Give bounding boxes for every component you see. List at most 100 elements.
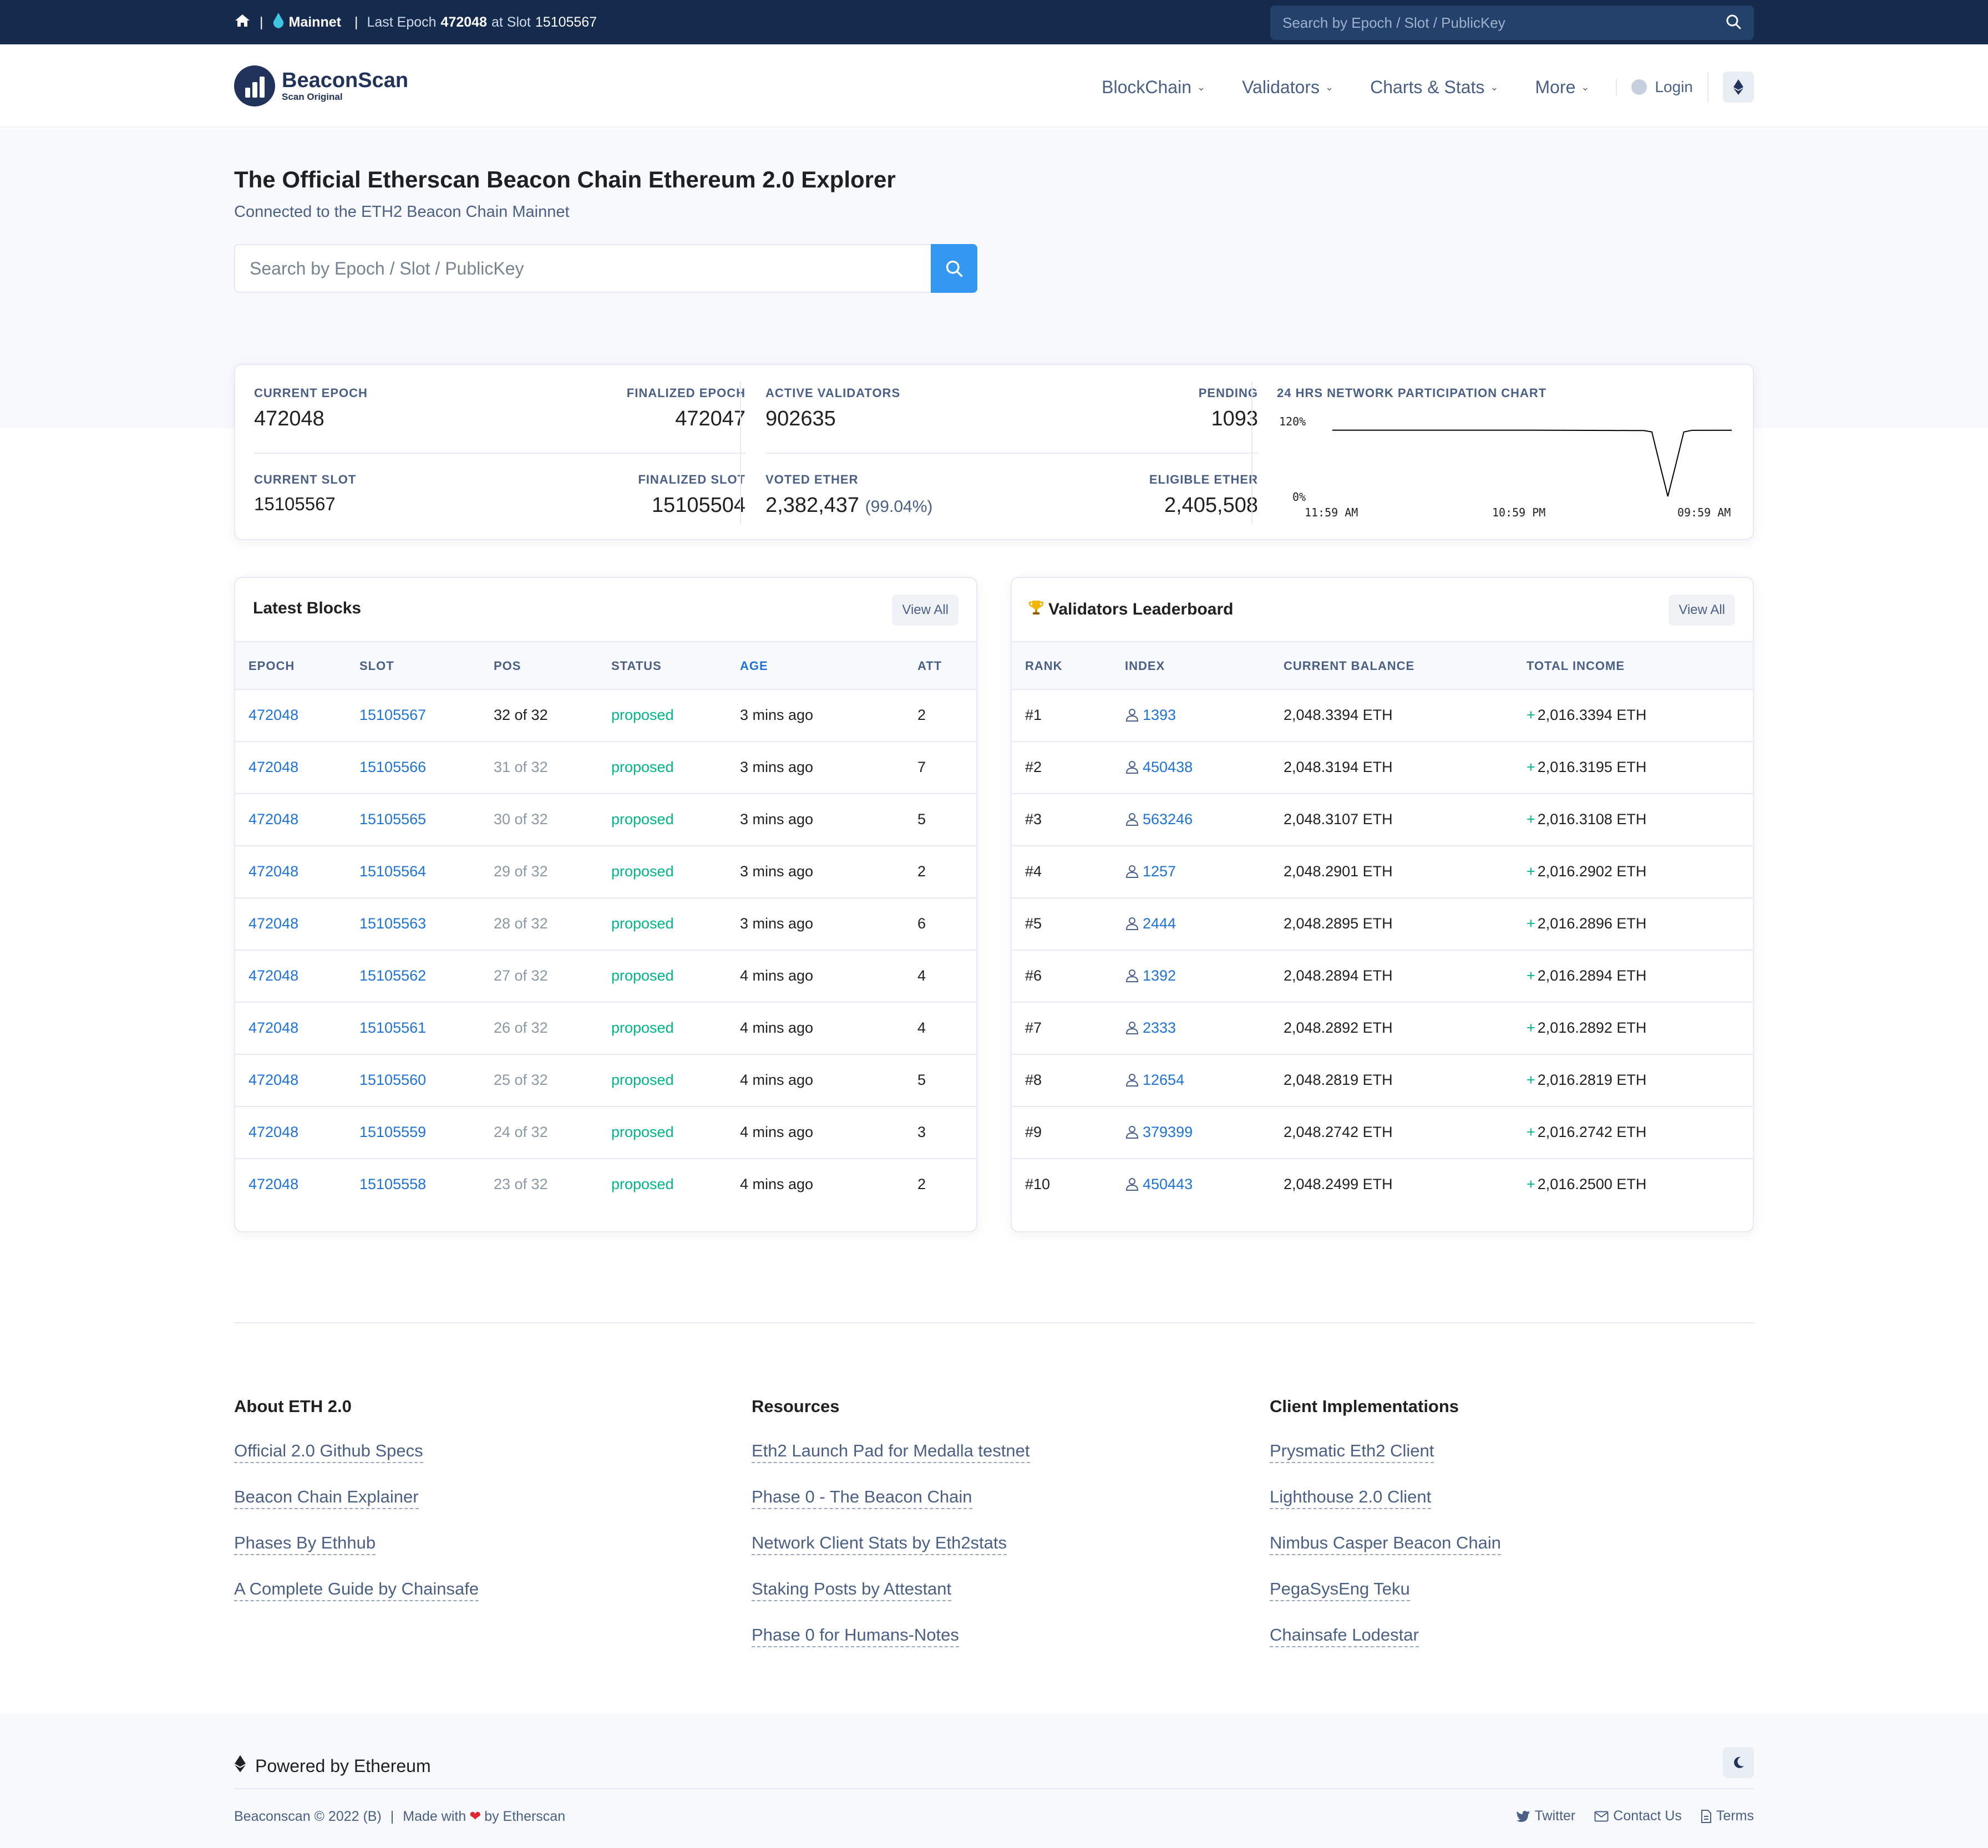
block-status: proposed (611, 811, 674, 827)
document-icon (1701, 1809, 1711, 1823)
epoch-link[interactable]: 472048 (248, 1072, 298, 1089)
epoch-link[interactable]: 472048 (248, 1019, 298, 1037)
plus-icon: + (1526, 1124, 1535, 1140)
validator-index-link[interactable]: 450438 (1143, 759, 1193, 775)
validator-balance: 2,048.2499 ETH (1284, 1176, 1393, 1192)
contact-us-label: Contact Us (1613, 1808, 1682, 1824)
validator-index-link[interactable]: 1392 (1143, 967, 1176, 984)
epoch-link[interactable]: 472048 (248, 863, 298, 880)
plus-icon: + (1526, 759, 1535, 775)
footer-link[interactable]: Phase 0 - The Beacon Chain (752, 1487, 972, 1509)
footer-link[interactable]: Staking Posts by Attestant (752, 1579, 952, 1601)
nav-charts-stats[interactable]: Charts & Stats ⌄ (1370, 77, 1498, 98)
card-header: Validators Leaderboard View All (1012, 578, 1753, 642)
pending-value[interactable]: 1093 (1100, 407, 1258, 431)
validator-balance: 2,048.2894 ETH (1284, 967, 1393, 984)
current-epoch-value[interactable]: 472048 (254, 407, 324, 431)
footer-link[interactable]: Prysmatic Eth2 Client (1270, 1441, 1434, 1463)
search-button[interactable] (931, 244, 977, 293)
footer-link[interactable]: Chainsafe Lodestar (1270, 1625, 1419, 1647)
home-icon[interactable] (234, 13, 251, 32)
slot-link[interactable]: 15105563 (359, 915, 426, 932)
finalized-slot-value[interactable]: 15105504 (590, 494, 746, 517)
slot-link[interactable]: 15105558 (359, 1176, 426, 1193)
finalized-slot-label: FINALIZED SLOT (638, 473, 746, 486)
epoch-link[interactable]: 472048 (248, 811, 298, 828)
footer-link[interactable]: PegaSysEng Teku (1270, 1579, 1410, 1601)
topbar-search-input[interactable] (1282, 14, 1725, 32)
epoch-link[interactable]: 472048 (248, 707, 298, 724)
validator-index-link[interactable]: 1257 (1143, 863, 1176, 880)
column-header-sortable[interactable]: AGE (740, 659, 768, 673)
table-row: #8 12654 2,048.2819 ETH +2,016.2819 ETH (1012, 1055, 1753, 1107)
footer-link[interactable]: Phases By Ethhub (234, 1533, 376, 1555)
footer-link[interactable]: Official 2.0 Github Specs (234, 1441, 423, 1463)
slot-link[interactable]: 15105562 (359, 967, 426, 984)
search-icon (946, 260, 963, 277)
footer-link[interactable]: Eth2 Launch Pad for Medalla testnet (752, 1441, 1030, 1463)
last-slot-value[interactable]: 15105567 (535, 14, 597, 31)
footer-link[interactable]: Phase 0 for Humans-Notes (752, 1625, 959, 1647)
validator-income-cell: +2,016.2892 ETH (1526, 1019, 1646, 1037)
slot-link[interactable]: 15105559 (359, 1124, 426, 1141)
contact-us-link[interactable]: Contact Us (1594, 1808, 1682, 1824)
last-epoch-value[interactable]: 472048 (441, 14, 487, 31)
slot-link[interactable]: 15105561 (359, 1019, 426, 1037)
login-link[interactable]: Login (1616, 78, 1693, 96)
finalized-epoch-value[interactable]: 472047 (590, 407, 746, 431)
slot-link[interactable]: 15105566 (359, 759, 426, 776)
hero-search-input[interactable] (235, 245, 931, 292)
divider (740, 382, 741, 525)
nav-more[interactable]: More ⌄ (1535, 77, 1589, 98)
current-slot-value[interactable]: 15105567 (254, 494, 336, 515)
heart-icon: ❤ (469, 1809, 481, 1824)
network-name[interactable]: Mainnet (289, 14, 341, 31)
attestation-count: 4 (917, 1019, 926, 1036)
footer-link[interactable]: Beacon Chain Explainer (234, 1487, 419, 1509)
footer-link[interactable]: Lighthouse 2.0 Client (1270, 1487, 1432, 1509)
slot-link[interactable]: 15105564 (359, 863, 426, 880)
nav-validators[interactable]: Validators ⌄ (1242, 77, 1333, 98)
active-validators-value[interactable]: 902635 (765, 407, 836, 431)
validator-index-cell: 379399 (1125, 1124, 1193, 1143)
current-slot-label: CURRENT SLOT (254, 473, 357, 486)
epoch-link[interactable]: 472048 (248, 759, 298, 776)
footer-link[interactable]: A Complete Guide by Chainsafe (234, 1579, 479, 1601)
separator: | (354, 14, 358, 30)
validator-index-link[interactable]: 2333 (1143, 1019, 1176, 1036)
slot-link[interactable]: 15105565 (359, 811, 426, 828)
leaderboard-title-wrap: Validators Leaderboard (1028, 599, 1233, 620)
epoch-link[interactable]: 472048 (248, 967, 298, 984)
terms-link[interactable]: Terms (1701, 1808, 1754, 1824)
by-etherscan-link[interactable]: by Etherscan (484, 1809, 565, 1825)
dark-mode-toggle[interactable] (1723, 1747, 1754, 1778)
validator-income-cell: +2,016.2894 ETH (1526, 967, 1646, 984)
footer-link[interactable]: Nimbus Casper Beacon Chain (1270, 1533, 1501, 1555)
validator-index-link[interactable]: 450443 (1143, 1176, 1193, 1192)
eth-logo-icon[interactable] (1723, 72, 1754, 103)
epoch-link[interactable]: 472048 (248, 1176, 298, 1193)
view-all-blocks-button[interactable]: View All (892, 595, 958, 626)
plus-icon: + (1526, 967, 1535, 984)
nav-blockchain[interactable]: BlockChain ⌄ (1102, 77, 1205, 98)
search-icon[interactable] (1725, 13, 1742, 33)
slot-link[interactable]: 15105567 (359, 707, 426, 724)
view-all-validators-button[interactable]: View All (1668, 595, 1735, 626)
epoch-link[interactable]: 472048 (248, 915, 298, 932)
made-with-text: Made with (403, 1808, 466, 1824)
twitter-icon (1516, 1810, 1530, 1822)
validator-index-link[interactable]: 1393 (1143, 707, 1176, 723)
slot-link[interactable]: 15105560 (359, 1072, 426, 1089)
footer-link[interactable]: Network Client Stats by Eth2stats (752, 1533, 1007, 1555)
epoch-link[interactable]: 472048 (248, 1124, 298, 1141)
twitter-link[interactable]: Twitter (1516, 1808, 1576, 1824)
twitter-label: Twitter (1534, 1808, 1576, 1824)
validator-index-link[interactable]: 2444 (1143, 915, 1176, 932)
column-header: SLOT (359, 659, 394, 673)
validator-index-link[interactable]: 563246 (1143, 811, 1193, 827)
brand-logo[interactable]: BeaconScan Scan Original (234, 65, 408, 106)
voted-ether-value: 2,382,437 (99.04%) (765, 494, 932, 517)
validator-index-link[interactable]: 379399 (1143, 1124, 1193, 1140)
x-tick-label: 10:59 PM (1492, 506, 1546, 519)
validator-index-link[interactable]: 12654 (1143, 1072, 1184, 1088)
